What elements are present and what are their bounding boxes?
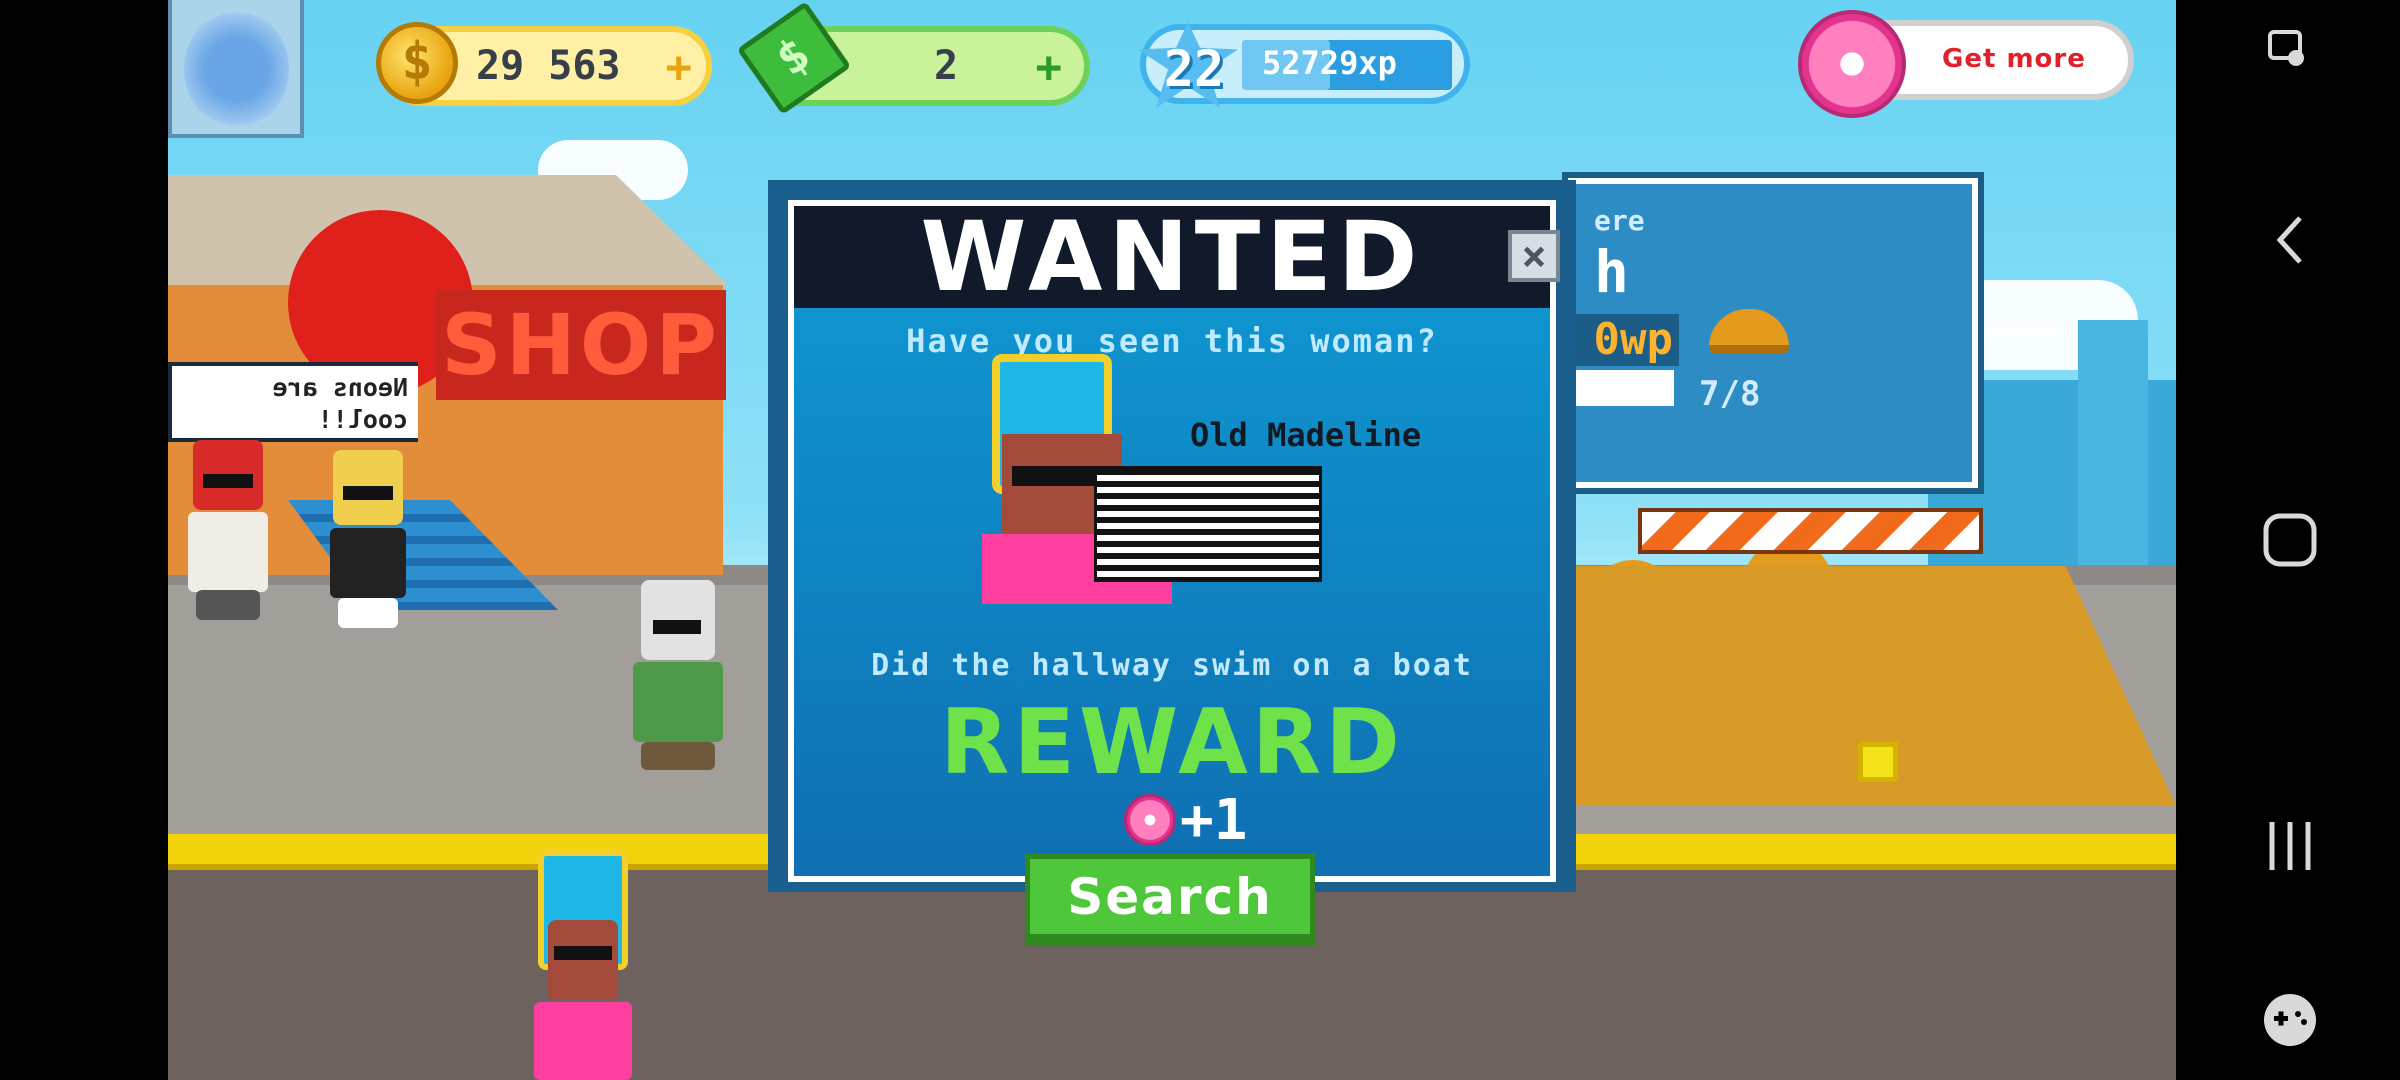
panel-title: h [1594,238,1629,306]
character-old-man[interactable] [623,580,733,770]
coin-pickup-icon[interactable] [1858,742,1898,782]
shop-sign: SHOP [436,290,726,400]
reward-row: +1 [1124,787,1248,853]
construction-panel[interactable]: ere h 0wp 7/8 [1562,172,1984,494]
reward-label: REWARD [940,690,1404,795]
wanted-dialog-body: WANTED × Have you seen this woman? Old M… [788,200,1560,882]
panel-label: ere [1594,204,1645,237]
avatar-icon [184,10,289,128]
coins-value: 29 563 [476,43,621,89]
panel-ratio: 7/8 [1699,374,1761,414]
back-icon[interactable] [2268,210,2312,270]
suspect-name: Old Madeline [1190,416,1422,454]
character-biker[interactable] [178,440,278,620]
speech-bubble: Neons are cool!! [168,362,418,442]
reward-amount: +1 [1180,787,1248,853]
recent-apps-icon[interactable] [2264,818,2316,874]
xp-counter[interactable]: 22 52729xp [1138,22,1470,108]
add-cash-button[interactable]: + [1036,42,1063,93]
search-button[interactable]: Search [1025,854,1315,946]
panel-wp: 0wp [1574,314,1679,366]
screen-touch-icon[interactable] [2266,28,2314,76]
home-icon[interactable] [2262,512,2318,568]
suspect-barcode [1094,466,1322,582]
level-number: 22 [1163,40,1225,98]
character-blonde[interactable] [318,450,418,630]
get-more-button[interactable]: Get more [1942,44,2086,74]
close-button[interactable]: × [1508,230,1560,282]
wanted-question: Have you seen this woman? [906,322,1438,360]
wanted-clue: Did the hallway swim on a boat [871,648,1473,683]
city-skyline [2078,320,2148,570]
hard-hat-icon [1709,309,1789,353]
construction-barrier [1638,508,1983,554]
wanted-dialog: WANTED × Have you seen this woman? Old M… [768,180,1576,892]
xp-value: 52729xp [1262,44,1397,82]
wanted-header: WANTED × [794,201,1560,313]
donut-icon [1124,794,1176,846]
system-nav-bar [2176,0,2400,1080]
game-controller-icon[interactable] [2262,992,2318,1048]
coins-counter[interactable]: $ 29 563 + [376,22,712,106]
dollar-coin-icon: $ [376,22,458,104]
add-coins-button[interactable]: + [666,42,693,93]
player-avatar[interactable] [168,0,304,138]
character-madeline[interactable] [528,850,638,1080]
donut-icon [1798,10,1906,118]
panel-progress-bar [1574,370,1674,406]
donut-counter[interactable]: Get more [1798,10,2134,118]
cash-value: 2 [934,43,959,89]
cash-counter[interactable]: $ 2 + [736,1,1090,115]
wanted-title: WANTED [920,201,1424,313]
